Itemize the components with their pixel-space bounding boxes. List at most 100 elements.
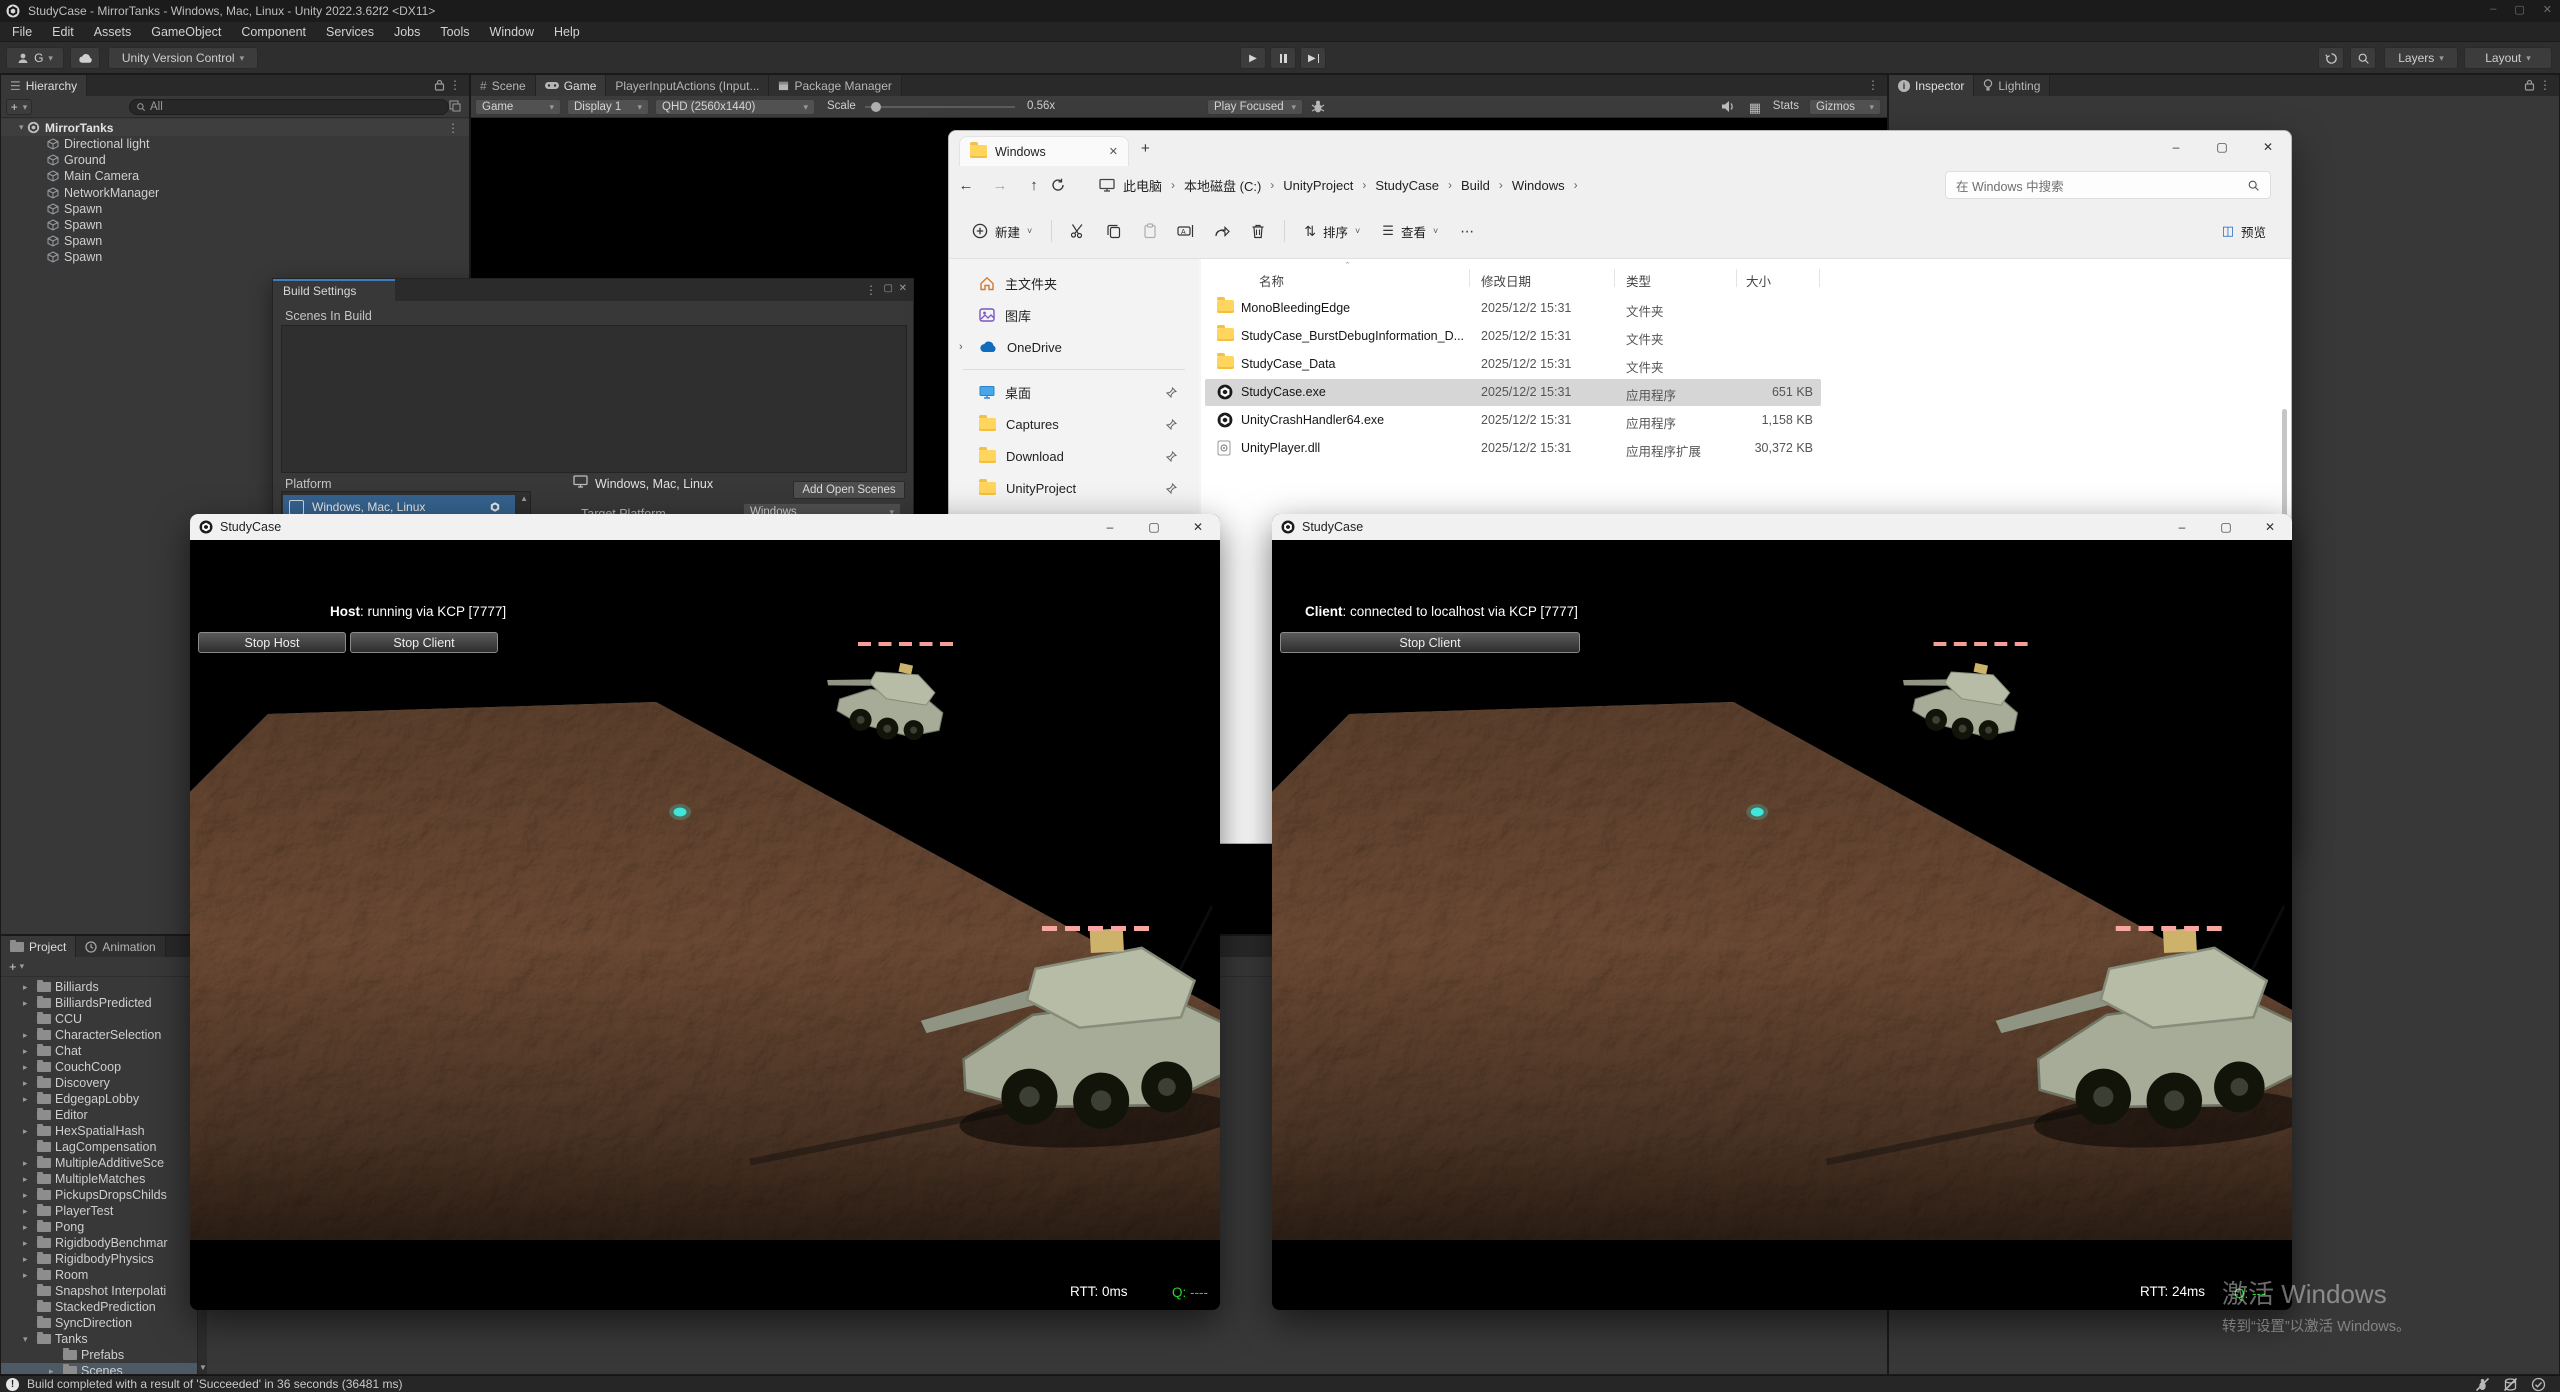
project-folder-ccu[interactable]: CCU (1, 1011, 197, 1027)
menu-component[interactable]: Component (231, 22, 316, 42)
hierarchy-item[interactable]: Spawn (1, 201, 469, 217)
cut-icon[interactable] (1062, 215, 1094, 247)
sidebar-item-folder-4[interactable]: Captures (949, 408, 1199, 440)
project-folder-syncdirection[interactable]: SyncDirection (1, 1315, 197, 1331)
minimize-icon[interactable]: – (2490, 3, 2496, 16)
check-circle-icon[interactable] (2531, 1377, 2546, 1392)
minimize-button[interactable]: – (2160, 514, 2204, 540)
close-button[interactable]: ✕ (2245, 131, 2291, 163)
menu-jobs[interactable]: Jobs (384, 22, 430, 42)
maximize-button[interactable]: ▢ (1132, 514, 1176, 540)
folder-caret-icon[interactable]: ▸ (23, 1078, 33, 1089)
add-gameobject-button[interactable]: +▾ (6, 99, 32, 115)
project-folder-edgegaplobby[interactable]: ▸EdgegapLobby (1, 1091, 197, 1107)
column-size[interactable]: 大小 (1746, 271, 1771, 290)
scale-slider[interactable] (865, 106, 1015, 108)
back-icon[interactable]: ← (949, 177, 983, 194)
project-folder-rigidbodybenchmar[interactable]: ▸RigidbodyBenchmar (1, 1235, 197, 1251)
folder-caret-icon[interactable]: ▸ (23, 1174, 33, 1185)
new-button[interactable]: 新建˅ (963, 215, 1041, 247)
project-folder-scenes[interactable]: ▸Scenes (1, 1363, 197, 1374)
window-menu-icon[interactable]: ⋮ (865, 283, 877, 297)
vsync-grid-icon[interactable]: ▦ (1749, 100, 1761, 116)
tab-close-icon[interactable]: ✕ (1109, 145, 1118, 158)
file-row-unitycrashhandler64-exe[interactable]: UnityCrashHandler64.exe2025/12/2 15:31应用… (1205, 407, 1821, 434)
folder-caret-icon[interactable]: ▸ (49, 1366, 59, 1375)
folder-caret-icon[interactable]: ▸ (23, 982, 33, 993)
tab-hierarchy[interactable]: ☰Hierarchy (1, 75, 87, 96)
sidebar-item-cloud-2[interactable]: ›OneDrive (949, 331, 1199, 363)
pause-button[interactable] (1270, 47, 1296, 69)
preview-button[interactable]: ◫预览 (2213, 215, 2275, 247)
project-folder-discovery[interactable]: ▸Discovery (1, 1075, 197, 1091)
sort-button[interactable]: ⇅排序˅ (1295, 215, 1369, 247)
build-settings-tab[interactable]: Build Settings (273, 279, 395, 301)
folder-caret-icon[interactable]: ▸ (23, 1030, 33, 1041)
rename-icon[interactable]: A (1170, 215, 1202, 247)
breadcrumb-item[interactable]: Windows (1510, 178, 1567, 193)
hierarchy-search-input[interactable]: All (129, 99, 449, 115)
hierarchy-item[interactable]: Ground (1, 152, 469, 168)
delete-icon[interactable] (1242, 215, 1274, 247)
folder-caret-icon[interactable]: ▸ (23, 1190, 33, 1201)
stop-client-button[interactable]: Stop Client (350, 632, 498, 653)
project-folder-room[interactable]: ▸Room (1, 1267, 197, 1283)
breadcrumb-item[interactable]: StudyCase (1373, 178, 1441, 193)
file-row-monobleedingedge[interactable]: MonoBleedingEdge2025/12/2 15:31文件夹 (1205, 295, 1821, 322)
tab-project[interactable]: Project (1, 936, 76, 957)
project-folder-editor[interactable]: Editor (1, 1107, 197, 1123)
maximize-button[interactable]: ▢ (2199, 131, 2245, 163)
copy-icon[interactable] (1098, 215, 1130, 247)
sidebar-item-home-0[interactable]: 主文件夹 (949, 267, 1199, 299)
search-filter-icon[interactable] (449, 100, 461, 112)
hierarchy-item[interactable]: NetworkManager (1, 185, 469, 201)
project-folder-billiards[interactable]: ▸Billiards (1, 979, 197, 995)
hierarchy-scene-row[interactable]: ▾ MirrorTanks ⋮ (1, 119, 469, 136)
close-icon[interactable]: ✕ (899, 283, 907, 294)
more-button[interactable]: ⋯ (1451, 215, 1483, 247)
display-dropdown[interactable]: Display 1▾ (567, 99, 649, 115)
project-folder-playertest[interactable]: ▸PlayerTest (1, 1203, 197, 1219)
breadcrumb-item[interactable]: 本地磁盘 (C:) (1182, 176, 1263, 195)
menu-gameobject[interactable]: GameObject (141, 22, 231, 42)
cloud-button[interactable] (70, 47, 100, 69)
cache-disabled-icon[interactable] (2503, 1377, 2518, 1392)
inspector-menu-icon[interactable]: ⋮ (2539, 78, 2551, 92)
tab-package-manager[interactable]: Package Manager (769, 75, 901, 96)
folder-caret-icon[interactable]: ▾ (23, 1334, 33, 1345)
column-type[interactable]: 类型 (1626, 271, 1651, 290)
project-folder-tanks[interactable]: ▾Tanks (1, 1331, 197, 1347)
frame-debugger-icon[interactable] (1311, 99, 1325, 114)
menu-help[interactable]: Help (544, 22, 590, 42)
folder-caret-icon[interactable]: ▸ (23, 1222, 33, 1233)
add-asset-button[interactable]: + (9, 959, 17, 974)
stop-client-button[interactable]: Stop Client (1280, 632, 1580, 653)
account-button[interactable]: G▾ (6, 47, 64, 69)
folder-caret-icon[interactable]: ▸ (23, 1206, 33, 1217)
play-focused-dropdown[interactable]: Play Focused▾ (1207, 99, 1303, 115)
project-folder-lagcompensation[interactable]: LagCompensation (1, 1139, 197, 1155)
unity-window-controls[interactable]: – ▢ ✕ (2490, 3, 2552, 16)
hierarchy-item[interactable]: Spawn (1, 233, 469, 249)
hierarchy-item[interactable]: Spawn (1, 249, 469, 265)
paste-icon[interactable] (1134, 215, 1166, 247)
folder-caret-icon[interactable]: ▸ (23, 1126, 33, 1137)
gizmos-dropdown[interactable]: Gizmos▾ (1809, 99, 1881, 115)
minimize-button[interactable]: – (1088, 514, 1132, 540)
menu-tools[interactable]: Tools (430, 22, 479, 42)
unity-status-bar[interactable]: ! Build completed with a result of 'Succ… (0, 1375, 2560, 1392)
refresh-icon[interactable] (1051, 178, 1085, 192)
project-folder-chat[interactable]: ▸Chat (1, 1043, 197, 1059)
tab-animation[interactable]: Animation (76, 936, 165, 957)
close-icon[interactable]: ✕ (2543, 3, 2552, 16)
breadcrumb-item[interactable]: UnityProject (1281, 178, 1355, 193)
menu-assets[interactable]: Assets (84, 22, 142, 42)
host-game-viewport[interactable]: Host: running via KCP [7777] Stop Host S… (190, 540, 1220, 1310)
sidebar-item-folder-5[interactable]: Download (949, 440, 1199, 472)
tab-inspector[interactable]: i Inspector (1889, 75, 1974, 96)
client-game-viewport[interactable]: Client: connected to localhost via KCP [… (1272, 540, 2292, 1310)
scroll-up-icon[interactable]: ▲ (520, 494, 528, 503)
maximize-icon[interactable]: ▢ (2514, 3, 2524, 16)
resolution-dropdown[interactable]: QHD (2560x1440)▾ (655, 99, 815, 115)
folder-caret-icon[interactable]: ▸ (23, 1094, 33, 1105)
